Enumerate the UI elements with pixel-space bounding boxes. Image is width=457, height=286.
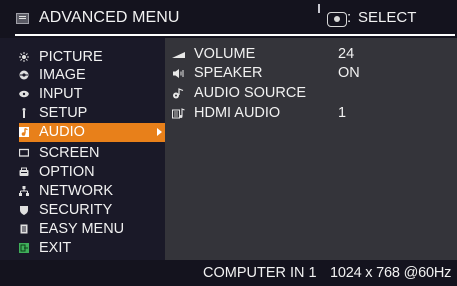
audio-icon xyxy=(19,127,29,137)
audio-row-hdmi-audio[interactable]: HDMI AUDIO 1 xyxy=(172,104,457,123)
hdmi-audio-label: HDMI AUDIO xyxy=(194,105,281,121)
menu-item-setup[interactable]: SETUP xyxy=(19,104,165,123)
menu-item-image[interactable]: IMAGE xyxy=(19,66,165,85)
menu-item-label: SETUP xyxy=(39,105,88,121)
audio-row-audio-source[interactable]: AUDIO SOURCE xyxy=(172,84,457,103)
menu-item-picture[interactable]: PICTURE xyxy=(19,48,165,67)
menu-item-label: EXIT xyxy=(39,240,72,256)
audio-row-volume[interactable]: VOLUME 24 xyxy=(172,45,457,64)
menu-item-label: PICTURE xyxy=(39,49,103,65)
input-icon xyxy=(19,90,29,98)
setup-icon xyxy=(22,108,26,118)
network-icon xyxy=(19,186,29,196)
volume-value: 24 xyxy=(338,46,355,62)
hdmi-audio-icon xyxy=(172,108,185,119)
audio-row-speaker[interactable]: SPEAKER ON xyxy=(172,64,457,83)
submenu-arrow-icon xyxy=(157,128,162,136)
menu-item-network[interactable]: NETWORK xyxy=(19,182,165,201)
menu-item-label: INPUT xyxy=(39,86,83,102)
projector-osd: ADVANCED MENU : SELECT PICTURE IMAGE INP… xyxy=(0,0,457,286)
title-bar: ADVANCED MENU : SELECT xyxy=(0,0,457,38)
menu-item-input[interactable]: INPUT xyxy=(19,85,165,104)
menu-title: ADVANCED MENU xyxy=(39,9,180,26)
title-underline xyxy=(15,34,455,36)
image-icon xyxy=(19,70,29,80)
option-icon xyxy=(19,167,29,176)
shield-icon xyxy=(20,206,28,215)
menu-item-label: NETWORK xyxy=(39,183,114,199)
menu-icon xyxy=(16,13,29,24)
menu-item-label: SECURITY xyxy=(39,202,113,218)
speaker-icon xyxy=(173,69,184,78)
input-source-status: COMPUTER IN 1 xyxy=(203,265,317,281)
menu-item-option[interactable]: OPTION xyxy=(19,163,165,182)
audio-source-icon xyxy=(173,88,184,99)
volume-label: VOLUME xyxy=(194,46,256,62)
signal-resolution-status: 1024 x 768 @60Hz xyxy=(330,265,452,281)
volume-icon xyxy=(172,52,185,58)
status-bar: COMPUTER IN 1 1024 x 768 @60Hz xyxy=(0,260,457,286)
exit-icon xyxy=(19,243,29,253)
enter-button-icon xyxy=(327,12,347,27)
menu-item-label: EASY MENU xyxy=(39,221,125,237)
menu-item-easy-menu[interactable]: EASY MENU xyxy=(19,220,165,239)
menu-item-exit[interactable]: EXIT xyxy=(19,239,165,258)
picture-icon xyxy=(19,52,29,62)
screen-icon xyxy=(19,148,29,157)
menu-item-label: OPTION xyxy=(39,164,95,180)
menu-item-label: IMAGE xyxy=(39,67,86,83)
menu-item-security[interactable]: SECURITY xyxy=(19,201,165,220)
speaker-label: SPEAKER xyxy=(194,65,263,81)
easy-menu-icon xyxy=(20,224,28,234)
audio-submenu: VOLUME 24 SPEAKER ON AUDIO SOURCE HDMI A… xyxy=(165,38,457,260)
audio-source-label: AUDIO SOURCE xyxy=(194,85,306,101)
menu-item-audio[interactable]: AUDIO xyxy=(19,123,165,142)
main-menu: PICTURE IMAGE INPUT SETUP AUDIO SCREEN O… xyxy=(0,38,165,260)
menu-item-label: SCREEN xyxy=(39,145,100,161)
speaker-value: ON xyxy=(338,65,360,81)
divider xyxy=(318,4,320,13)
menu-item-label: AUDIO xyxy=(39,124,85,140)
select-colon: : xyxy=(347,9,352,26)
select-hint: SELECT xyxy=(358,9,417,26)
menu-item-screen[interactable]: SCREEN xyxy=(19,144,165,163)
hdmi-audio-value: 1 xyxy=(338,105,347,121)
